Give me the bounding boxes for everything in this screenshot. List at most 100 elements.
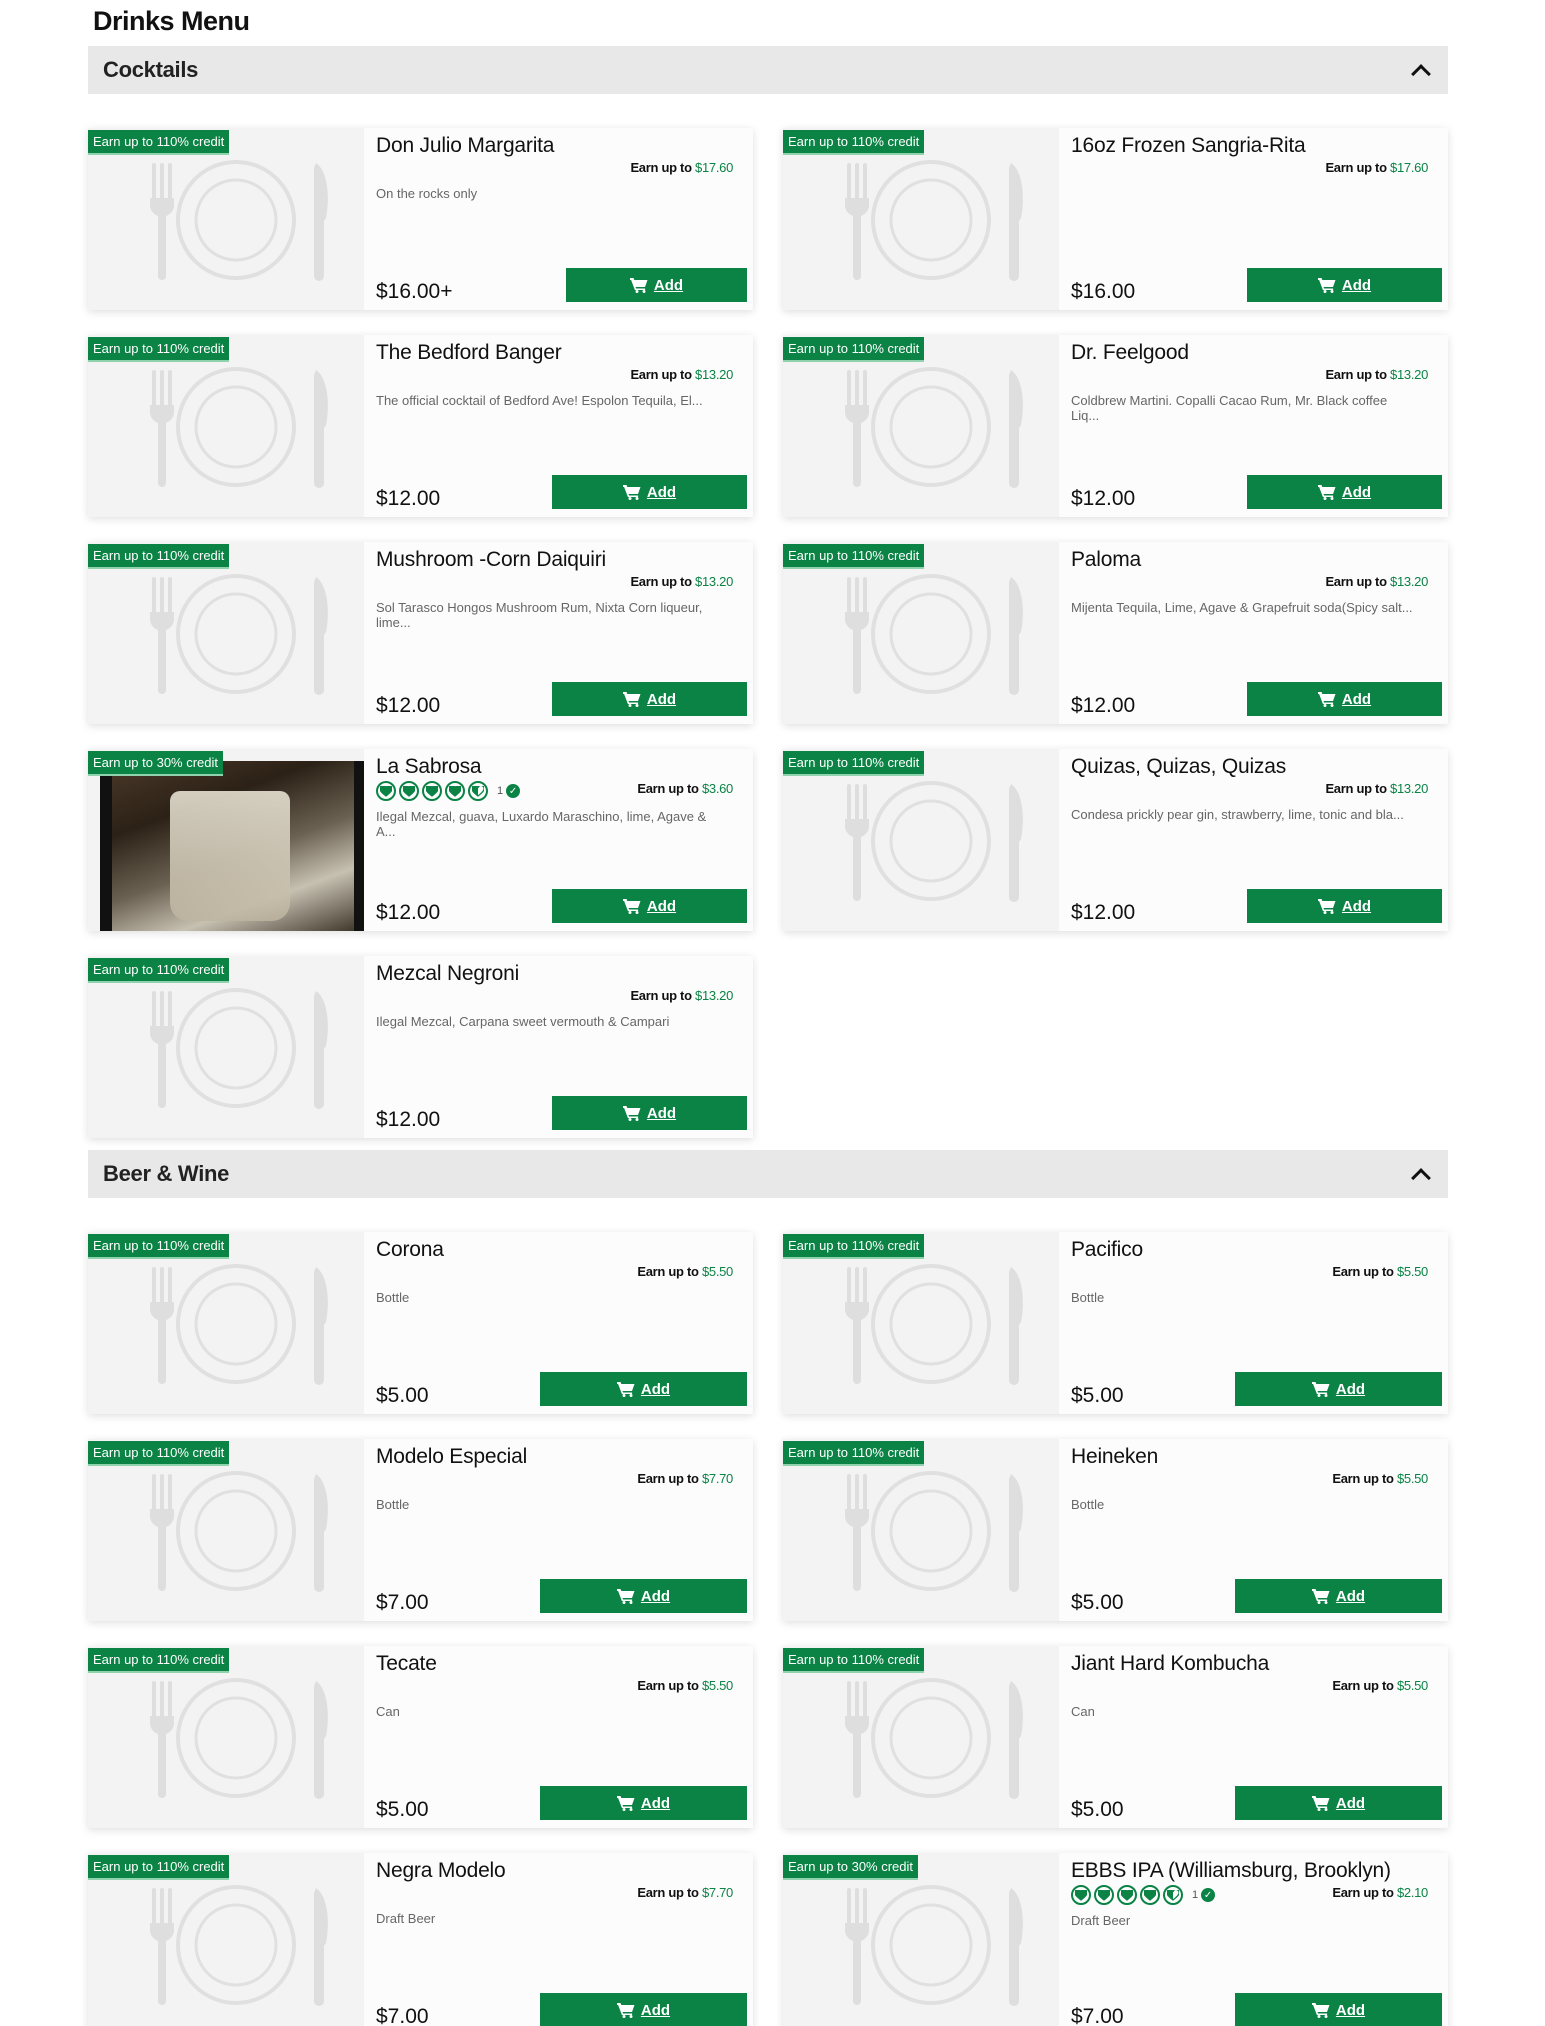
add-to-cart-button[interactable]: Add xyxy=(552,475,747,509)
item-price: $5.00 xyxy=(1071,1798,1124,1821)
item-name[interactable]: The Bedford Banger xyxy=(376,341,747,365)
item-image[interactable]: Earn up to 110% credit xyxy=(783,1439,1059,1621)
item-info: Mushroom -Corn Daiquiri Earn up to $13.20… xyxy=(364,542,753,724)
cart-icon xyxy=(1311,1795,1330,1811)
item-image[interactable]: Earn up to 110% credit xyxy=(783,128,1059,310)
earn-label: Earn up to xyxy=(630,574,692,589)
item-name[interactable]: Paloma xyxy=(1071,548,1442,572)
menu-item-card[interactable]: Earn up to 110% credit Modelo Especial Ear… xyxy=(88,1439,753,1621)
add-to-cart-button[interactable]: Add xyxy=(1247,682,1442,716)
item-name[interactable]: Negra Modelo xyxy=(376,1859,747,1883)
item-name[interactable]: Quizas, Quizas, Quizas xyxy=(1071,755,1442,779)
item-name[interactable]: Dr. Feelgood xyxy=(1071,341,1442,365)
item-image[interactable]: Earn up to 110% credit xyxy=(783,749,1059,931)
menu-item-card[interactable]: Earn up to 110% credit Mezcal Negroni Earn… xyxy=(88,956,753,1138)
item-name[interactable]: Modelo Especial xyxy=(376,1445,747,1469)
menu-item-card[interactable]: Earn up to 110% credit Pacifico Earn up to… xyxy=(783,1232,1448,1414)
add-button-label: Add xyxy=(640,1380,671,1398)
item-image[interactable]: Earn up to 110% credit xyxy=(783,335,1059,517)
add-to-cart-button[interactable]: Add xyxy=(1235,1786,1442,1820)
menu-item-card[interactable]: Earn up to 110% credit Paloma Earn up to $… xyxy=(783,542,1448,724)
add-to-cart-button[interactable]: Add xyxy=(540,1993,747,2026)
menu-item-card[interactable]: Earn up to 110% credit Dr. Feelgood Earn u… xyxy=(783,335,1448,517)
cart-icon xyxy=(622,898,641,914)
plate-fork-knife-icon xyxy=(845,781,1023,902)
item-image[interactable]: Earn up to 110% credit xyxy=(88,1853,364,2026)
earn-amount: $5.50 xyxy=(701,1264,733,1279)
menu-item-card[interactable]: Earn up to 110% credit Jiant Hard Kombuch… xyxy=(783,1646,1448,1828)
item-name[interactable]: Heineken xyxy=(1071,1445,1442,1469)
add-button-label: Add xyxy=(653,276,684,294)
menu-item-card[interactable]: Earn up to 110% credit Quizas, Quizas, Qu… xyxy=(783,749,1448,931)
item-name[interactable]: Mezcal Negroni xyxy=(376,962,747,986)
item-image[interactable]: Earn up to 30% credit xyxy=(783,1853,1059,2026)
item-price: $5.00 xyxy=(1071,1384,1124,1407)
earn-label: Earn up to xyxy=(630,367,692,382)
item-image[interactable]: Earn up to 110% credit xyxy=(88,1439,364,1621)
section-title: Beer & Wine xyxy=(103,1161,230,1186)
item-name[interactable]: Tecate xyxy=(376,1652,747,1676)
menu-item-card[interactable]: Earn up to 110% credit The Bedford Banger… xyxy=(88,335,753,517)
menu-item-card[interactable]: Earn up to 110% credit Tecate Earn up to $… xyxy=(88,1646,753,1828)
item-description: Condesa prickly pear gin, strawberry, li… xyxy=(1071,807,1404,822)
add-to-cart-button[interactable]: Add xyxy=(540,1372,747,1406)
earn-amount: $5.50 xyxy=(1396,1264,1428,1279)
item-name[interactable]: 16oz Frozen Sangria-Rita xyxy=(1071,134,1442,158)
item-name[interactable]: Corona xyxy=(376,1238,747,1262)
plate-fork-knife-icon xyxy=(845,367,1023,488)
chevron-up-icon[interactable] xyxy=(1411,1168,1431,1188)
item-image[interactable]: Earn up to 110% credit xyxy=(783,1646,1059,1828)
item-info: La Sabrosa Earn up to $3.60 1 ✓ Ilegal Mezca… xyxy=(364,749,753,931)
menu-item-card[interactable]: Earn up to 110% credit Negra Modelo Earn u… xyxy=(88,1853,753,2026)
menu-item-card[interactable]: Earn up to 110% credit Corona Earn up to $… xyxy=(88,1232,753,1414)
menu-item-card[interactable]: Earn up to 110% credit Heineken Earn up to… xyxy=(783,1439,1448,1621)
add-to-cart-button[interactable]: Add xyxy=(540,1786,747,1820)
cart-icon xyxy=(622,1105,641,1121)
add-to-cart-button[interactable]: Add xyxy=(1235,1993,1442,2026)
add-to-cart-button[interactable]: Add xyxy=(1235,1579,1442,1613)
credit-badge: Earn up to 110% credit xyxy=(88,1648,230,1673)
section-title: Cocktails xyxy=(103,57,199,82)
item-image[interactable]: Earn up to 110% credit xyxy=(88,128,364,310)
chevron-up-icon[interactable] xyxy=(1411,64,1431,84)
add-to-cart-button[interactable]: Add xyxy=(1247,889,1442,923)
earn-amount: $17.60 xyxy=(695,160,733,175)
add-to-cart-button[interactable]: Add xyxy=(540,1579,747,1613)
add-to-cart-button[interactable]: Add xyxy=(1247,268,1442,302)
plate-fork-knife-icon xyxy=(845,160,1023,281)
section-header-beer-wine[interactable]: Beer & Wine xyxy=(88,1150,1448,1198)
item-name[interactable]: EBBS IPA (Williamsburg, Brooklyn) xyxy=(1071,1859,1442,1883)
add-to-cart-button[interactable]: Add xyxy=(1247,475,1442,509)
item-name[interactable]: Don Julio Margarita xyxy=(376,134,747,158)
menu-item-card[interactable]: Earn up to 30% credit La Sabrosa Earn up t… xyxy=(88,749,753,931)
item-image[interactable]: Earn up to 110% credit xyxy=(88,542,364,724)
add-to-cart-button[interactable]: Add xyxy=(552,682,747,716)
menu-item-card[interactable]: Earn up to 110% credit Don Julio Margarit… xyxy=(88,128,753,310)
item-name[interactable]: Mushroom -Corn Daiquiri xyxy=(376,548,747,572)
item-image[interactable]: Earn up to 110% credit xyxy=(88,956,364,1138)
credit-badge: Earn up to 110% credit xyxy=(783,1441,925,1466)
add-to-cart-button[interactable]: Add xyxy=(552,889,747,923)
add-to-cart-button[interactable]: Add xyxy=(552,1096,747,1130)
cart-icon xyxy=(1317,691,1336,707)
item-name[interactable]: La Sabrosa xyxy=(376,755,747,779)
item-image[interactable]: Earn up to 110% credit xyxy=(88,1646,364,1828)
rating[interactable]: 1 ✓ xyxy=(376,781,521,801)
item-description: Mijenta Tequila, Lime, Agave & Grapefrui… xyxy=(1071,600,1413,615)
item-image[interactable]: Earn up to 110% credit xyxy=(88,1232,364,1414)
menu-item-card[interactable]: Earn up to 110% credit 16oz Frozen Sangri… xyxy=(783,128,1448,310)
add-to-cart-button[interactable]: Add xyxy=(1235,1372,1442,1406)
earn-label: Earn up to xyxy=(637,1264,699,1279)
rating[interactable]: 1 ✓ xyxy=(1071,1885,1216,1905)
item-image[interactable]: Earn up to 30% credit xyxy=(88,749,364,931)
menu-item-card[interactable]: Earn up to 110% credit Mushroom -Corn Dai… xyxy=(88,542,753,724)
add-to-cart-button[interactable]: Add xyxy=(566,268,747,302)
section-header-cocktails[interactable]: Cocktails xyxy=(88,46,1448,94)
item-name[interactable]: Pacifico xyxy=(1071,1238,1442,1262)
item-image[interactable]: Earn up to 110% credit xyxy=(88,335,364,517)
item-name[interactable]: Jiant Hard Kombucha xyxy=(1071,1652,1442,1676)
menu-item-card[interactable]: Earn up to 30% credit EBBS IPA (Williamsb… xyxy=(783,1853,1448,2026)
item-image[interactable]: Earn up to 110% credit xyxy=(783,1232,1059,1414)
item-image[interactable]: Earn up to 110% credit xyxy=(783,542,1059,724)
item-description: Can xyxy=(376,1704,400,1719)
